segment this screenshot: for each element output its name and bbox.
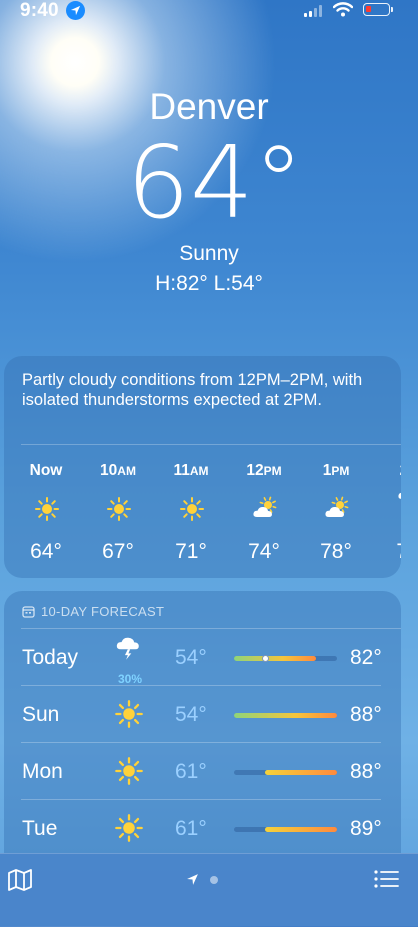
location-arrow-icon[interactable] bbox=[186, 873, 199, 891]
high-temperature: 89° bbox=[350, 817, 382, 840]
hour-label: Now bbox=[16, 462, 76, 480]
temperature-range-fill bbox=[234, 713, 337, 718]
forecast-summary: Partly cloudy conditions from 12PM–2PM, … bbox=[22, 371, 363, 409]
forecast-day-row[interactable]: Sun 54° 88° bbox=[4, 686, 401, 743]
map-icon[interactable] bbox=[7, 868, 33, 897]
high-temperature: 88° bbox=[350, 703, 382, 726]
hour-label-suffix: AM bbox=[189, 464, 209, 478]
low-temperature: 54° bbox=[175, 646, 207, 669]
location-services-icon bbox=[66, 1, 85, 20]
hour-label: 1PM bbox=[306, 462, 366, 480]
forecast-header: 10-DAY FORECAST bbox=[22, 604, 164, 619]
hour-label: 10AM bbox=[88, 462, 148, 480]
hour-temperature: 64° bbox=[30, 540, 62, 563]
battery-icon bbox=[363, 3, 393, 16]
hour-label-time: 10 bbox=[100, 462, 118, 479]
ten-day-forecast-card[interactable]: 10-DAY FORECAST Today 30% 54° 82° Sun 54° 88°… bbox=[4, 591, 401, 853]
forecast-day-row[interactable]: Today 30% 54° 82° bbox=[4, 629, 401, 686]
bottom-toolbar bbox=[0, 853, 418, 927]
divider bbox=[21, 444, 401, 445]
thunderstorm-icon bbox=[396, 484, 401, 510]
day-name: Today bbox=[22, 646, 79, 669]
high-low-temperature: H:82° L:54° bbox=[155, 272, 263, 295]
precip-chance: 30 bbox=[378, 518, 401, 532]
list-icon[interactable] bbox=[373, 868, 399, 895]
hour-label-time: 2 bbox=[400, 462, 401, 479]
sun-icon bbox=[106, 496, 132, 522]
high-temperature: 88° bbox=[350, 760, 382, 783]
day-name: Mon bbox=[22, 760, 63, 783]
hour-label-suffix: PM bbox=[263, 464, 282, 478]
hour-label-time: 12 bbox=[246, 462, 264, 479]
forecast-title: 10-DAY FORECAST bbox=[41, 604, 165, 619]
page-indicator-dot[interactable] bbox=[210, 876, 218, 884]
forecast-day-row[interactable]: Mon 61° 88° bbox=[4, 743, 401, 800]
low-temperature: 61° bbox=[175, 817, 207, 840]
temperature-range-fill bbox=[264, 770, 337, 775]
day-name: Tue bbox=[22, 817, 58, 840]
temperature-range-bar bbox=[234, 713, 337, 718]
sun-icon bbox=[114, 813, 144, 843]
partly-cloudy-icon bbox=[252, 496, 278, 522]
sun-icon bbox=[114, 699, 144, 729]
status-time: 9:40 bbox=[20, 0, 59, 21]
hour-label-time: 11 bbox=[173, 462, 190, 479]
hour-label-time: Now bbox=[29, 462, 63, 479]
hourly-scroller[interactable]: Now64°10AM67°11AM71°12PM 74°1PM 78°2P 30… bbox=[4, 456, 401, 576]
low-temperature: 54° bbox=[175, 703, 207, 726]
hour-temperature: 74° bbox=[248, 540, 280, 563]
temperature-range-bar bbox=[234, 827, 337, 832]
current-condition: Sunny bbox=[179, 242, 239, 265]
partly-cloudy-icon bbox=[324, 496, 350, 522]
calendar-icon bbox=[22, 606, 35, 618]
hour-label-suffix: AM bbox=[117, 464, 136, 478]
forecast-day-row[interactable]: Tue 61° 89° bbox=[4, 800, 401, 853]
hour-temperature: 67° bbox=[102, 540, 134, 563]
day-name: Sun bbox=[22, 703, 60, 726]
hour-label: 12PM bbox=[234, 462, 294, 480]
current-temperature-marker bbox=[261, 655, 269, 662]
hour-temperature: 78° bbox=[320, 540, 352, 563]
hour-label: 2P bbox=[378, 462, 401, 480]
hour-temperature: 79 bbox=[378, 540, 401, 564]
city-name: Denver bbox=[149, 86, 269, 127]
sun-icon bbox=[34, 496, 60, 522]
temperature-range-fill bbox=[234, 656, 317, 661]
thunderstorm-icon bbox=[114, 632, 144, 662]
current-temperature: 64° bbox=[126, 124, 304, 241]
temperature-range-bar bbox=[234, 655, 337, 662]
temperature-range-fill bbox=[264, 827, 337, 832]
status-bar: 9:40 bbox=[0, 0, 418, 26]
hour-temperature: 71° bbox=[175, 540, 207, 563]
temperature-range-bar bbox=[234, 770, 337, 775]
low-temperature: 61° bbox=[175, 760, 207, 783]
sun-icon bbox=[114, 756, 144, 786]
hour-label-suffix: PM bbox=[331, 464, 350, 478]
sun-icon bbox=[179, 496, 205, 522]
cellular-signal-icon bbox=[304, 5, 322, 17]
hour-label: 11AM bbox=[161, 462, 221, 480]
high-temperature: 82° bbox=[350, 646, 382, 669]
hourly-forecast-card[interactable]: Partly cloudy conditions from 12PM–2PM, … bbox=[4, 356, 401, 578]
precip-chance: 30% bbox=[117, 672, 143, 686]
wifi-icon bbox=[332, 2, 354, 22]
